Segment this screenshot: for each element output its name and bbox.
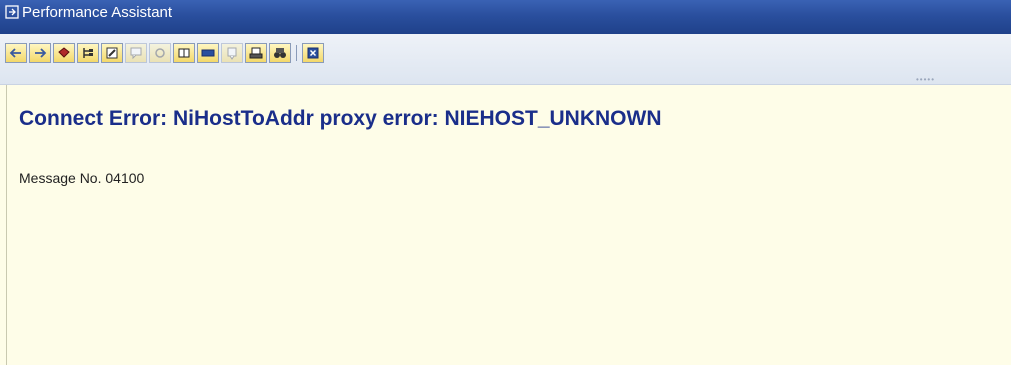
hand-button[interactable] [149, 43, 171, 63]
toolbar: ••••• [0, 34, 1011, 85]
back-arrow-icon [9, 48, 21, 58]
message-area: Connect Error: NiHostToAddr proxy error:… [6, 85, 1011, 365]
title-bar: Performance Assistant [0, 0, 1011, 34]
documentation-button[interactable] [173, 43, 195, 63]
edit-button[interactable] [101, 43, 123, 63]
note-icon [227, 47, 237, 60]
comment-button[interactable] [125, 43, 147, 63]
toolbar-grip[interactable]: ••••• [916, 75, 935, 84]
book-icon [58, 47, 70, 58]
tree-structure-icon [83, 48, 93, 58]
note-button[interactable] [221, 43, 243, 63]
close-window-icon [307, 47, 319, 59]
window-title: Performance Assistant [22, 4, 173, 21]
back-button[interactable] [5, 43, 27, 63]
help-book-button[interactable] [53, 43, 75, 63]
speech-bubble-icon [130, 47, 142, 60]
edit-pencil-icon [106, 47, 118, 59]
forward-button[interactable] [29, 43, 51, 63]
forward-arrow-icon [35, 48, 47, 58]
error-title: Connect Error: NiHostToAddr proxy error:… [19, 107, 662, 130]
structure-button[interactable] [77, 43, 99, 63]
find-binoculars-icon [274, 48, 286, 58]
print-button[interactable] [245, 43, 267, 63]
hand-pointer-icon [155, 48, 165, 58]
performance-assistant-window: Performance Assistant ••••• Connect Erro… [0, 0, 1011, 365]
close-button[interactable] [302, 43, 324, 63]
message-number: Message No. 04100 [19, 170, 145, 186]
window-icon [5, 5, 19, 19]
toolbar-separator [296, 45, 297, 61]
open-book-icon [178, 48, 190, 58]
keyboard-button[interactable] [197, 43, 219, 63]
print-icon [249, 47, 263, 59]
keyboard-icon [201, 49, 215, 57]
find-button[interactable] [269, 43, 291, 63]
